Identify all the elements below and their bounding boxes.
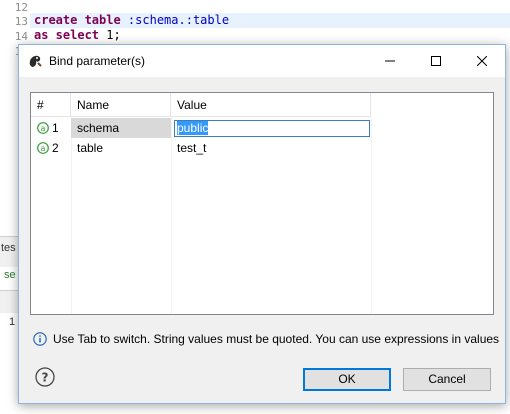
- svg-text:a: a: [41, 144, 46, 153]
- info-text: Use Tab to switch. String values must be…: [53, 332, 500, 346]
- parameters-table[interactable]: # Name Value a 1 schema public a 2 table…: [30, 92, 494, 315]
- column-header-index[interactable]: #: [31, 93, 71, 117]
- sql-literal: 1;: [106, 28, 121, 42]
- dialog-title: Bind parameter(s): [49, 54, 146, 68]
- close-button[interactable]: [459, 45, 505, 77]
- table-row[interactable]: a 2 table test_t: [31, 138, 493, 158]
- line-number: 13: [14, 15, 28, 28]
- cancel-button[interactable]: Cancel: [403, 368, 491, 391]
- row-index: 1: [52, 121, 59, 135]
- parameter-name: schema: [71, 118, 171, 138]
- parameter-value[interactable]: test_t: [171, 138, 371, 158]
- dbeaver-beaver-icon: [29, 55, 42, 67]
- close-icon: [477, 56, 487, 66]
- minimize-icon: [385, 60, 395, 62]
- parameter-name: table: [77, 141, 104, 155]
- row-index-cell: a 1: [31, 118, 71, 138]
- parameter-icon: a: [37, 142, 49, 154]
- info-icon: [33, 332, 47, 346]
- parameter-value-editor[interactable]: public: [174, 120, 370, 137]
- dialog-titlebar[interactable]: Bind parameter(s): [19, 45, 505, 77]
- parameter-value-text: public: [177, 121, 209, 135]
- grid-row-number: 1: [9, 316, 16, 328]
- sql-keyword: as select: [34, 28, 107, 42]
- help-icon[interactable]: ?: [35, 367, 55, 387]
- maximize-icon: [431, 56, 441, 66]
- sql-parameter: :schema.:table: [127, 13, 230, 27]
- table-row[interactable]: a 1 schema public: [31, 118, 493, 138]
- parameter-icon: a: [37, 122, 49, 134]
- svg-text:a: a: [41, 124, 46, 133]
- line-number: 12: [14, 1, 28, 14]
- svg-text:?: ?: [42, 371, 49, 385]
- bind-parameters-dialog: Bind parameter(s) # Name Value a 1 schem…: [18, 44, 506, 404]
- grid-header-strip: [0, 290, 20, 313]
- maximize-button[interactable]: [413, 45, 459, 77]
- line-number: 14: [14, 30, 28, 43]
- results-tab-label[interactable]: tes: [1, 242, 16, 254]
- minimize-button[interactable]: [367, 45, 413, 77]
- status-text-fragment: se: [4, 269, 16, 281]
- row-index: 2: [52, 141, 59, 155]
- code-line-14[interactable]: as select 1;: [34, 28, 121, 43]
- code-line-13[interactable]: create table :schema.:table: [30, 13, 510, 28]
- ok-button[interactable]: OK: [303, 368, 391, 391]
- column-header-name[interactable]: Name: [71, 93, 171, 117]
- row-index-cell: a 2: [31, 138, 71, 158]
- sql-keyword: create table: [34, 13, 128, 27]
- column-header-value[interactable]: Value: [171, 93, 371, 117]
